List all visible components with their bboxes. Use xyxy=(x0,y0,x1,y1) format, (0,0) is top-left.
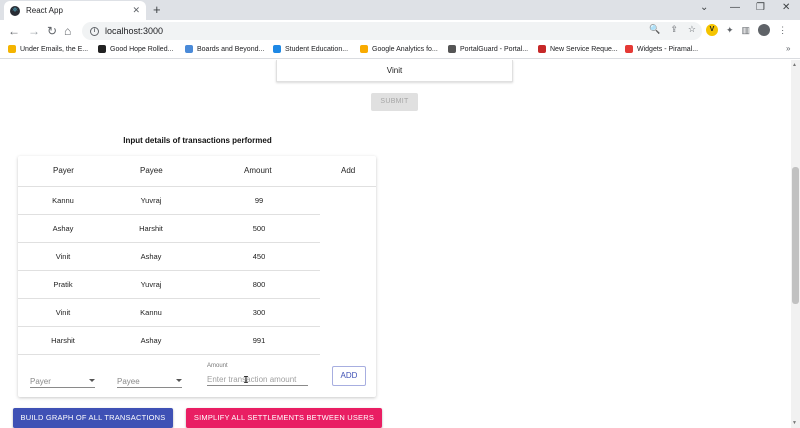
bookmark-item[interactable]: Google Analytics fo... xyxy=(360,45,438,53)
cell-payee: Kannu xyxy=(140,308,162,317)
cell-amount: 99 xyxy=(254,196,264,205)
bookmark-item[interactable]: Student Education... xyxy=(273,45,348,53)
cell-amount: 450 xyxy=(252,252,266,261)
amount-input[interactable] xyxy=(207,373,308,386)
bookmark-favicon-icon xyxy=(448,45,456,53)
extensions-puzzle-icon[interactable]: ✦ xyxy=(726,25,734,36)
table-row: Kannu Yuvraj 99 xyxy=(18,187,320,215)
cell-payee: Ashay xyxy=(140,252,162,261)
bookmark-favicon-icon xyxy=(538,45,546,53)
cell-amount: 800 xyxy=(252,280,266,289)
side-panel-icon[interactable]: ▥ xyxy=(742,25,751,36)
scroll-up-arrow-icon[interactable]: ▲ xyxy=(792,62,797,68)
restore-button[interactable]: ❐ xyxy=(756,2,765,13)
cell-payer: Vinit xyxy=(55,308,71,317)
table-row: Vinit Ashay 450 xyxy=(18,243,320,271)
url-text[interactable]: localhost:3000 xyxy=(105,26,163,36)
minimize-button[interactable]: — xyxy=(730,2,740,13)
cell-amount: 991 xyxy=(252,336,266,345)
build-graph-button[interactable]: BUILD GRAPH OF ALL TRANSACTIONS xyxy=(13,408,173,428)
bookmarks-overflow-icon[interactable]: » xyxy=(786,44,790,53)
scroll-down-arrow-icon[interactable]: ▼ xyxy=(792,420,797,426)
header-payer: Payer xyxy=(53,166,74,175)
submit-button[interactable]: SUBMIT xyxy=(371,93,418,111)
payee-select-placeholder: Payee xyxy=(117,377,140,386)
dropdown-arrow-icon xyxy=(89,379,95,382)
bookmark-item[interactable]: PortalGuard - Portal... xyxy=(448,45,528,53)
v-extension-icon[interactable]: V xyxy=(706,24,718,36)
selected-user-name: Vinit xyxy=(386,66,403,75)
cell-payee: Harshit xyxy=(139,224,163,233)
close-window-button[interactable]: ✕ xyxy=(782,2,790,13)
bookmark-item[interactable]: Boards and Beyond... xyxy=(185,45,264,53)
new-tab-button[interactable]: + xyxy=(153,2,161,18)
cell-payer: Kannu xyxy=(52,196,74,205)
tab-close-icon[interactable]: ✕ xyxy=(132,5,140,16)
scrollbar-thumb[interactable] xyxy=(792,167,799,304)
bookmark-item[interactable]: New Service Reque... xyxy=(538,45,618,53)
table-row: Ashay Harshit 500 xyxy=(18,215,320,243)
transactions-table: Payer Payee Amount Add Kannu Yuvraj 99 A… xyxy=(18,156,376,397)
simplify-settlements-button[interactable]: SIMPLIFY ALL SETTLEMENTS BETWEEN USERS xyxy=(186,408,382,428)
page-scrollbar[interactable]: ▲ ▼ xyxy=(791,60,800,428)
page-viewport: Vinit SUBMIT Input details of transactio… xyxy=(0,60,791,428)
bookmark-favicon-icon xyxy=(8,45,16,53)
browser-toolbar: ← → ↻ ⌂ i localhost:3000 🔍 ⇪ ☆ V ✦ ▥ ⋮ xyxy=(0,20,800,42)
reload-icon[interactable]: ↻ xyxy=(47,23,57,39)
payee-select[interactable]: Payee xyxy=(117,377,182,388)
zoom-icon[interactable]: 🔍 xyxy=(649,24,660,35)
site-info-icon[interactable]: i xyxy=(90,26,99,36)
cell-payee: Yuvraj xyxy=(140,196,162,205)
bookmark-favicon-icon xyxy=(625,45,633,53)
selected-user-card: Vinit xyxy=(276,60,513,82)
bookmark-item[interactable]: Good Hope Rolled... xyxy=(98,45,173,53)
payer-select-placeholder: Payer xyxy=(30,377,51,386)
cell-payer: Ashay xyxy=(52,224,74,233)
table-row: Pratik Yuvraj 800 xyxy=(18,271,320,299)
share-icon[interactable]: ⇪ xyxy=(670,24,678,35)
react-favicon-icon: ⚛ xyxy=(10,5,20,16)
address-bar[interactable]: i localhost:3000 🔍 ⇪ ☆ xyxy=(82,22,702,40)
header-add: Add xyxy=(341,166,356,175)
amount-field-label: Amount xyxy=(207,363,228,369)
payer-select[interactable]: Payer xyxy=(30,377,95,388)
bookmark-favicon-icon xyxy=(185,45,193,53)
cell-payer: Harshit xyxy=(51,336,75,345)
dropdown-arrow-icon xyxy=(176,379,182,382)
tab-title: React App xyxy=(26,6,63,15)
browser-menu-icon[interactable]: ⋮ xyxy=(778,25,787,36)
table-row: Vinit Kannu 300 xyxy=(18,299,320,327)
section-title: Input details of transactions performed xyxy=(123,136,272,145)
cell-amount: 300 xyxy=(252,308,266,317)
bookmark-favicon-icon xyxy=(98,45,106,53)
table-row: Harshit Ashay 991 xyxy=(18,327,320,355)
cell-payee: Yuvraj xyxy=(140,280,162,289)
bookmark-favicon-icon xyxy=(273,45,281,53)
bookmark-item[interactable]: Widgets - Piramal... xyxy=(625,45,698,53)
cell-payee: Ashay xyxy=(140,336,162,345)
header-payee: Payee xyxy=(140,166,163,175)
text-cursor-icon: I xyxy=(243,375,250,386)
cell-amount: 500 xyxy=(252,224,266,233)
tab-strip: ⚛ React App ✕ + ⌄ — ❐ ✕ xyxy=(0,0,800,20)
tab-search-icon[interactable]: ⌄ xyxy=(700,2,708,13)
bookmark-item[interactable]: Under Emails, the E... xyxy=(8,45,88,53)
home-icon[interactable]: ⌂ xyxy=(64,23,71,39)
forward-arrow-icon[interactable]: → xyxy=(28,23,40,39)
bookmark-star-icon[interactable]: ☆ xyxy=(688,24,696,35)
add-transaction-button[interactable]: ADD xyxy=(332,366,366,386)
back-arrow-icon[interactable]: ← xyxy=(8,23,20,39)
cell-payer: Vinit xyxy=(55,252,71,261)
browser-tab[interactable]: ⚛ React App ✕ xyxy=(4,1,146,20)
header-amount: Amount xyxy=(244,166,272,175)
profile-avatar[interactable] xyxy=(758,24,771,36)
bookmarks-bar: Under Emails, the E... Good Hope Rolled.… xyxy=(0,42,800,59)
cell-payer: Pratik xyxy=(53,280,73,289)
bookmark-favicon-icon xyxy=(360,45,368,53)
